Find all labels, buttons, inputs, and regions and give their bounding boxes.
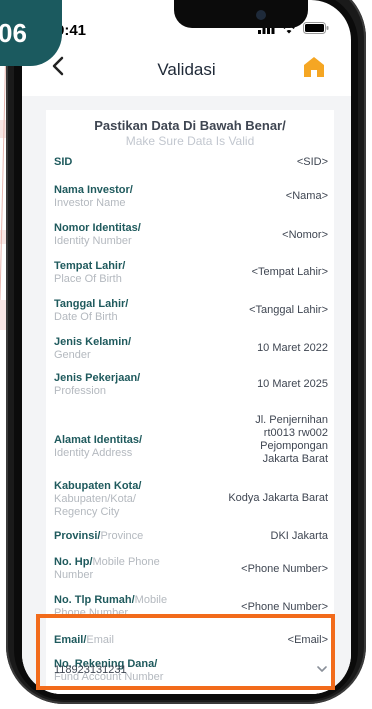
label-identity-number: Nomor Identitas/ [54,222,141,234]
label-home-phone: No. Tlp Rumah/Mobile [54,594,167,607]
row-name: Nama Investor/ Investor Name <Nama> [54,184,328,212]
label-home-phone-en-2: Phone Number [54,607,128,619]
row-sid: SID <SID> [54,156,328,172]
row-identity-number: Nomor Identitas/ Identity Number <Nomor> [54,222,328,250]
value-address-line-1: Jl. Penjernihan [255,414,328,426]
nav-bar: Validasi [22,46,351,94]
notch [174,0,308,28]
label-phone-en-2: Number [54,569,94,581]
label-birth-date: Tanggal Lahir/ [54,298,129,310]
value-province: DKI Jakarta [270,530,328,542]
row-birth-date: Tanggal Lahir/ Date Of Birth <Tanggal La… [54,298,328,326]
label-email-id: Email/ [54,634,87,646]
page-title: Validasi [157,60,216,79]
validation-list: Pastikan Data Di Bawah Benar/ Make Sure … [46,110,334,694]
battery-icon [303,22,329,34]
label-gender: Jenis Kelamin/ [54,336,132,348]
label-city-en-2: Regency City [54,506,120,518]
value-address-line-3: Pejompongan [260,440,328,452]
home-icon [304,57,324,77]
label-gender-en: Gender [54,349,91,361]
label-address: Alamat Identitas/ [54,434,143,446]
row-city: Kabupaten Kota/ Kabupaten/Kota/ Regency … [54,480,328,520]
label-profession: Jenis Pekerjaan/ [54,372,141,384]
row-birth-place: Tempat Lahir/ Place Of Birth <Tempat Lah… [54,260,328,288]
label-city: Kabupaten Kota/ [54,480,142,492]
label-phone-en: Mobile Phone [92,556,160,568]
label-province-en: Province [100,530,144,542]
home-button[interactable] [303,56,329,82]
card-title: Pastikan Data Di Bawah Benar/ [94,118,286,133]
value-gender: 10 Maret 2022 [257,342,328,354]
label-email: Email/Email [54,634,114,647]
label-province: Provinsi/Province [54,530,143,543]
label-birth-place-en: Place Of Birth [54,273,122,285]
label-profession-en: Profession [54,385,106,397]
label-name: Nama Investor/ [54,184,133,196]
label-home-phone-en: Mobile [134,594,168,606]
label-province-id: Provinsi/ [54,530,101,542]
value-sid: <SID> [296,156,328,168]
label-home-phone-id: No. Tlp Rumah/ [54,594,135,606]
row-profession: Jenis Pekerjaan/ Profession 10 Maret 202… [54,372,328,400]
value-birth-date: <Tanggal Lahir> [249,304,328,316]
row-gender: Jenis Kelamin/ Gender 10 Maret 2022 [54,336,328,364]
row-address: Alamat Identitas/ Identity Address Jl. P… [54,414,328,470]
card-subtitle: Make Sure Data Is Valid [125,134,255,148]
value-city: Kodya Jakarta Barat [228,492,328,504]
label-email-en: Email [86,634,114,646]
value-identity-number: <Nomor> [282,229,328,241]
value-name: <Nama> [285,190,328,202]
label-sid: SID [54,156,73,168]
label-city-en-1: Kabupaten/Kota/ [54,493,136,505]
phone-screen: 9:41 Validasi Pastikan Data Di Bawah Ben… [22,0,351,694]
step-badge: 06 [0,0,62,66]
value-birth-place: <Tempat Lahir> [251,266,328,278]
camera [256,10,266,20]
row-home-phone: No. Tlp Rumah/Mobile Phone Number <Phone… [54,594,328,622]
label-name-en: Investor Name [54,197,126,209]
label-phone-id: No. Hp/ [54,556,93,568]
label-birth-date-en: Date Of Birth [54,311,118,323]
chevron-down-icon[interactable] [315,662,329,676]
fund-account-select[interactable]: 118923131231 [54,664,127,676]
row-phone: No. Hp/Mobile Phone Number <Phone Number… [54,556,328,584]
row-email: Email/Email <Email> [54,634,328,650]
value-email: <Email> [287,634,328,646]
value-address-line-2: rt0013 rw002 [263,427,328,439]
value-phone: <Phone Number> [241,563,328,575]
row-province: Provinsi/Province DKI Jakarta [54,530,328,546]
value-profession: 10 Maret 2025 [257,378,328,390]
label-phone: No. Hp/Mobile Phone [54,556,160,569]
label-birth-place: Tempat Lahir/ [54,260,126,272]
value-home-phone: <Phone Number> [241,601,328,613]
label-address-en: Identity Address [54,447,133,459]
value-address-line-4: Jakarta Barat [262,453,328,465]
label-identity-number-en: Identity Number [54,235,132,247]
